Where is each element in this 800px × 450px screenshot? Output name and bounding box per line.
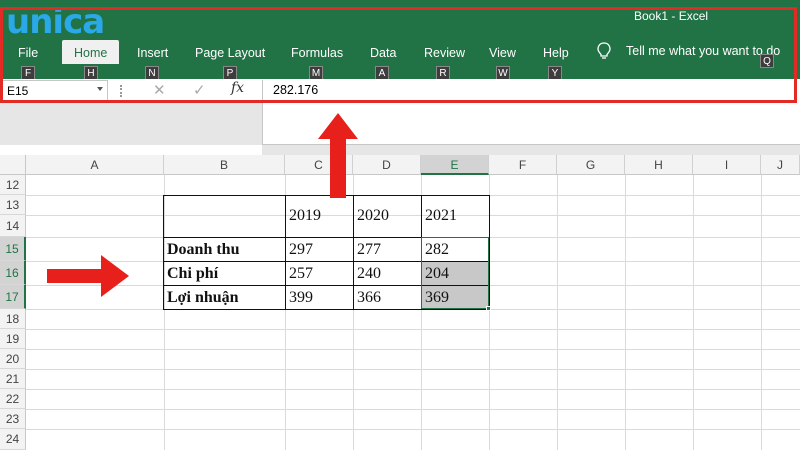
table-year-2020[interactable]: 2020	[353, 195, 422, 238]
table-row-label[interactable]: Lợi nhuận	[163, 285, 286, 310]
grid-line	[26, 329, 800, 330]
row-header-24[interactable]: 24	[0, 429, 26, 450]
row-header-13[interactable]: 13	[0, 195, 26, 215]
grid-line	[26, 349, 800, 350]
table-cell[interactable]: 240	[353, 261, 422, 286]
column-header-i[interactable]: I	[693, 155, 761, 175]
table-cell[interactable]: 277	[353, 237, 422, 262]
table-cell[interactable]: 297	[285, 237, 354, 262]
row-header-18[interactable]: 18	[0, 309, 26, 329]
table-year-2021[interactable]: 2021	[421, 195, 490, 238]
row-header-20[interactable]: 20	[0, 349, 26, 369]
row-header-23[interactable]: 23	[0, 409, 26, 429]
table-cell[interactable]: 399	[285, 285, 354, 310]
grid-line	[26, 369, 800, 370]
row-header-22[interactable]: 22	[0, 389, 26, 409]
row-header-12[interactable]: 12	[0, 175, 26, 195]
table-cell[interactable]: 366	[353, 285, 422, 310]
background-area	[0, 103, 262, 145]
arrow-up-icon	[318, 113, 358, 198]
grid-line	[26, 389, 800, 390]
table-row-label[interactable]: Chi phí	[163, 261, 286, 286]
row-header-17[interactable]: 17	[0, 285, 26, 309]
highlight-box	[0, 7, 797, 103]
row-header-15[interactable]: 15	[0, 237, 26, 261]
grid-line	[26, 429, 800, 430]
column-header-a[interactable]: A	[26, 155, 164, 175]
row-header-16[interactable]: 16	[0, 261, 26, 285]
table-row-label[interactable]: Doanh thu	[163, 237, 286, 262]
selection-range	[421, 237, 489, 309]
column-header-h[interactable]: H	[625, 155, 693, 175]
column-header-f[interactable]: F	[489, 155, 557, 175]
row-header-21[interactable]: 21	[0, 369, 26, 389]
arrow-right-icon	[47, 255, 129, 297]
row-header-19[interactable]: 19	[0, 329, 26, 349]
fill-handle[interactable]	[486, 306, 491, 311]
column-header-b[interactable]: B	[164, 155, 285, 175]
column-header-j[interactable]: J	[761, 155, 800, 175]
table-cell[interactable]: 257	[285, 261, 354, 286]
table-year-2019[interactable]: 2019	[285, 195, 354, 238]
row-header-14[interactable]: 14	[0, 215, 26, 237]
select-all-corner[interactable]	[0, 155, 26, 175]
grid-line	[26, 409, 800, 410]
table-header-blank[interactable]	[163, 195, 286, 238]
column-header-d[interactable]: D	[353, 155, 421, 175]
column-header-g[interactable]: G	[557, 155, 625, 175]
column-header-e[interactable]: E	[421, 155, 489, 175]
